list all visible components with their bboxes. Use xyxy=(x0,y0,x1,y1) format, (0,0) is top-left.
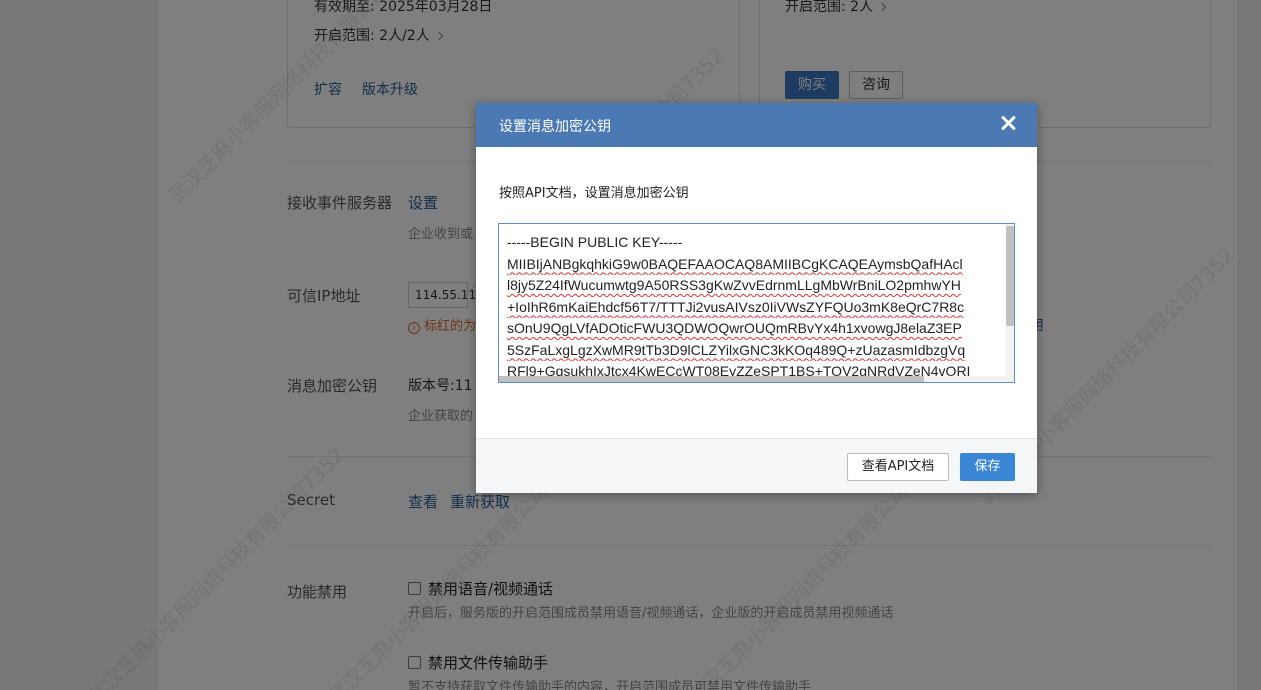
dialog-title: 设置消息加密公钥 xyxy=(499,119,611,135)
save-button[interactable]: 保存 xyxy=(960,453,1015,481)
set-encryption-key-dialog: 设置消息加密公钥 按照API文档，设置消息加密公钥 -----BEGIN PUB… xyxy=(476,103,1037,493)
close-icon[interactable] xyxy=(999,114,1017,132)
dialog-header: 设置消息加密公钥 xyxy=(476,103,1037,147)
key-line: l8jy5Z24IfWucumwtg9A50RSS3gKwZvvEdrnmLLg… xyxy=(507,277,961,293)
dialog-footer: 查看API文档 保存 xyxy=(476,438,1037,493)
dialog-description: 按照API文档，设置消息加密公钥 xyxy=(499,186,689,201)
public-key-content: -----BEGIN PUBLIC KEY----- MIIBIjANBgkqh… xyxy=(507,232,1005,382)
key-line: 5SzFaLxgLgzXwMR9tTb3D9lCLZYilxGNC3kKOq48… xyxy=(507,341,966,358)
public-key-textarea[interactable]: -----BEGIN PUBLIC KEY----- MIIBIjANBgkqh… xyxy=(498,223,1015,383)
view-api-doc-button[interactable]: 查看API文档 xyxy=(847,453,949,481)
vertical-scroll-thumb[interactable] xyxy=(1006,226,1014,326)
key-line: MIIBIjANBgkqhkiG9w0BAQEFAAOCAQ8AMIIBCgKC… xyxy=(507,255,963,272)
key-line: -----BEGIN PUBLIC KEY----- xyxy=(507,234,683,250)
horizontal-scroll-thumb[interactable] xyxy=(499,376,924,382)
key-line: sOnU9QgLVfADOticFWU3QDWOQwrOUQmRBvYx4h1x… xyxy=(507,320,962,336)
vertical-scrollbar[interactable] xyxy=(1006,224,1014,382)
horizontal-scrollbar[interactable] xyxy=(499,376,1006,382)
key-line: +IoIhR6mKaiEhdcf56T7/TTTJi2vusAIVsz0IiVW… xyxy=(507,298,965,315)
